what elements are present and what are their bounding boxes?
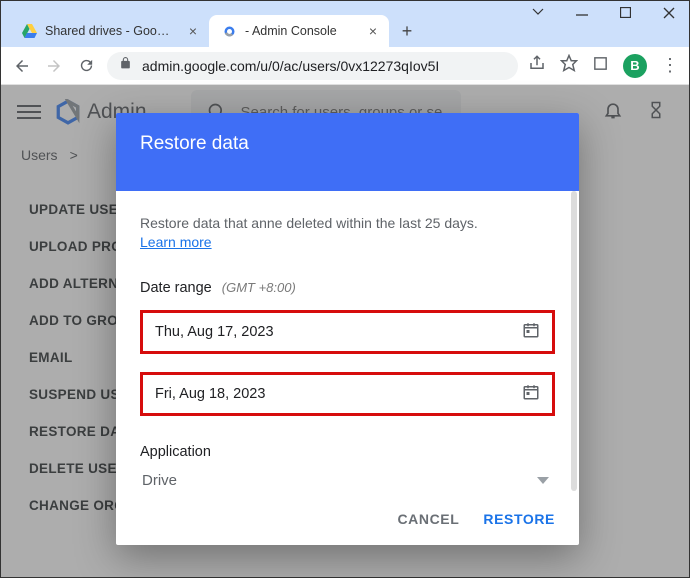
date-start-value: Thu, Aug 17, 2023 xyxy=(155,324,274,340)
browser-menu-icon[interactable]: ⋮ xyxy=(661,55,679,76)
close-window-icon[interactable] xyxy=(663,7,675,19)
dialog-title: Restore data xyxy=(116,113,579,191)
calendar-icon[interactable] xyxy=(522,321,540,343)
learn-more-link[interactable]: Learn more xyxy=(140,234,212,250)
tab-close-icon[interactable]: × xyxy=(369,23,377,39)
address-bar[interactable]: admin.google.com/u/0/ac/users/0vx12273qI… xyxy=(107,52,518,80)
dialog-description: Restore data that anne deleted within th… xyxy=(140,213,555,234)
cancel-button[interactable]: CANCEL xyxy=(397,511,459,527)
restore-button[interactable]: RESTORE xyxy=(483,511,555,527)
reload-button[interactable] xyxy=(75,55,97,77)
gmt-label: (GMT +8:00) xyxy=(222,280,296,295)
application-label: Application xyxy=(140,444,555,460)
date-start-input[interactable]: Thu, Aug 17, 2023 xyxy=(140,310,555,354)
minimize-icon[interactable] xyxy=(576,7,588,19)
tab-title: - Admin Console xyxy=(245,24,355,38)
chevron-down-icon xyxy=(537,472,549,489)
calendar-icon[interactable] xyxy=(522,383,540,405)
extensions-icon[interactable] xyxy=(592,55,609,77)
dialog-footer: CANCEL RESTORE xyxy=(116,495,579,545)
back-button[interactable] xyxy=(11,55,33,77)
window-dropdown-icon[interactable] xyxy=(532,7,544,17)
restore-data-dialog: Restore data Restore data that anne dele… xyxy=(116,113,579,545)
browser-tab-drive[interactable]: Shared drives - Google Drive × xyxy=(9,15,209,47)
application-value: Drive xyxy=(142,472,177,489)
window-controls xyxy=(1,1,689,11)
forward-button[interactable] xyxy=(43,55,65,77)
share-icon[interactable] xyxy=(528,54,546,77)
url-text: admin.google.com/u/0/ac/users/0vx12273qI… xyxy=(142,58,506,74)
date-end-input[interactable]: Fri, Aug 18, 2023 xyxy=(140,372,555,416)
browser-tab-admin[interactable]: - Admin Console × xyxy=(209,15,389,47)
lock-icon xyxy=(119,56,132,75)
date-end-value: Fri, Aug 18, 2023 xyxy=(155,386,265,402)
date-range-label: Date range xyxy=(140,280,212,296)
browser-toolbar: admin.google.com/u/0/ac/users/0vx12273qI… xyxy=(1,47,689,85)
new-tab-button[interactable]: + xyxy=(393,17,421,45)
tab-title: Shared drives - Google Drive xyxy=(45,24,175,38)
modal-scrollbar[interactable] xyxy=(571,191,577,491)
tab-close-icon[interactable]: × xyxy=(189,23,197,39)
bookmark-star-icon[interactable] xyxy=(560,54,578,77)
profile-avatar[interactable]: B xyxy=(623,54,647,78)
maximize-icon[interactable] xyxy=(620,7,631,18)
application-select[interactable]: Drive xyxy=(140,472,555,495)
drive-favicon-icon xyxy=(21,23,37,39)
admin-favicon-icon xyxy=(221,23,237,39)
